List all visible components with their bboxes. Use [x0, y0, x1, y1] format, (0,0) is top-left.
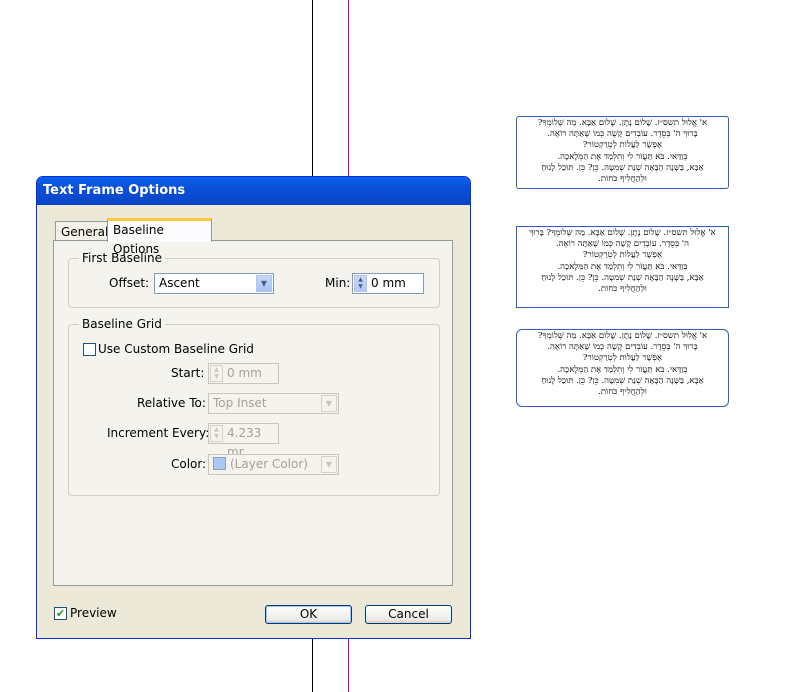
text-frame-options-dialog: Text Frame Options General Baseline Opti… — [36, 176, 471, 639]
cancel-button[interactable]: Cancel — [365, 605, 452, 624]
spin-arrows-icon[interactable]: ▲ ▼ — [210, 365, 223, 382]
min-label: Min: — [325, 276, 351, 290]
relative-to-value: Top Inset — [213, 396, 267, 410]
spin-arrows-icon[interactable]: ▲ ▼ — [210, 425, 223, 442]
tab-baseline-options[interactable]: Baseline Options — [107, 218, 212, 256]
chevron-down-icon[interactable]: ▼ — [321, 395, 337, 412]
color-swatch — [213, 457, 226, 470]
text-line: בָּרוּךְ ה' בְּסֵדֶר. עוֹבְדִים קָשֶׁה כ… — [547, 342, 698, 353]
start-value: 0 mm — [227, 366, 262, 380]
text-line: אַבָּא, בַּשָּׁנָה הַבָּאָה שְׁנַת שְׁמִ… — [541, 162, 704, 173]
min-spinner[interactable]: ▲ ▼ 0 mm — [352, 273, 424, 294]
text-line: אֶפְשָׁר לַעֲלוֹת לְטְרַקְטוֹר? — [582, 353, 663, 364]
text-line: אַבָּא, בַּשָּׁנָה הַבָּאָה שְׁנַת שְׁמִ… — [541, 375, 704, 386]
text-frame-3[interactable]: א' אֱלוּל תשס״ז. שָׁלוֹם נָתָן. שָׁלוֹם … — [516, 329, 729, 407]
tab-general[interactable]: General — [55, 221, 108, 241]
text-line: וּלְהַחֲלִיף כֹּחוֹת. — [598, 174, 647, 185]
text-line: בָּרוּךְ ה' בְּסֵדֶר. עוֹבְדִים קָשֶׁה כ… — [547, 129, 698, 140]
text-line: וּלְהַחֲלִיף כֹּחוֹת. — [598, 284, 647, 295]
baseline-grid-legend: Baseline Grid — [79, 317, 165, 331]
spin-arrows-icon[interactable]: ▲ ▼ — [354, 275, 367, 292]
text-line: א' אֱלוּל תשס״ז. שָׁלוֹם נָתָן. שָׁלוֹם … — [537, 331, 708, 341]
text-line: וּלְהַחֲלִיף כֹּחוֹת. — [598, 387, 647, 398]
text-line: א' אֱלוּל תשס״ז. שָׁלוֹם נָתָן. שָׁלוֹם … — [537, 118, 708, 128]
preview-checkbox[interactable]: ✔ — [54, 607, 67, 620]
start-spinner[interactable]: ▲ ▼ 0 mm — [208, 363, 279, 384]
preview-label[interactable]: Preview — [70, 606, 117, 620]
ok-button[interactable]: OK — [265, 605, 352, 624]
increment-label: Increment Every: — [107, 426, 210, 440]
offset-label: Offset: — [109, 276, 150, 290]
dialog-title[interactable]: Text Frame Options — [37, 177, 470, 205]
chevron-down-icon[interactable]: ▼ — [256, 275, 272, 292]
offset-dropdown[interactable]: Ascent ▼ — [154, 273, 274, 294]
text-line: בְּוַדַּאי. בֹּא תַּעֲזֹר לִי וְתִלְמַד … — [557, 151, 688, 162]
text-line: אֶפְשָׁר לַעֲלוֹת לְטְרַקְטוֹר? — [582, 140, 663, 151]
text-line: אַבָּא, בַּשָּׁנָה הַבָּאָה שְׁנַת שְׁמִ… — [541, 272, 704, 283]
baseline-options-panel: First Baseline Offset: Ascent ▼ Min: ▲▼ … — [53, 240, 453, 586]
baseline-grid-group: Baseline Grid Use Custom Baseline Grid S… — [68, 317, 440, 496]
text-line: א' אֱלוּל תשס״ז. שָׁלוֹם נָתָן. שָׁלוֹם … — [529, 228, 716, 238]
text-frame-1[interactable]: א' אֱלוּל תשס״ז. שָׁלוֹם נָתָן. שָׁלוֹם … — [516, 116, 729, 189]
text-line: בְּוַדַּאי. בֹּא תַּעֲזֹר לִי וְתִלְמַד … — [557, 364, 688, 375]
offset-value: Ascent — [159, 276, 200, 290]
relative-to-label: Relative To: — [137, 396, 206, 410]
check-icon: ✔ — [55, 607, 66, 620]
use-custom-grid-checkbox[interactable] — [83, 343, 96, 356]
text-line: אֶפְשָׁר לַעֲלוֹת לְטְרַקְטוֹר? — [582, 250, 663, 261]
color-label: Color: — [171, 457, 207, 471]
text-frame-2[interactable]: א' אֱלוּל תשס״ז. שָׁלוֹם נָתָן. שָׁלוֹם … — [516, 226, 729, 308]
color-value: (Layer Color) — [230, 457, 308, 471]
relative-to-dropdown[interactable]: Top Inset ▼ — [208, 393, 339, 414]
use-custom-grid-label[interactable]: Use Custom Baseline Grid — [98, 342, 254, 356]
text-line: בְּוַדַּאי. בֹּא תַּעֲזֹר לִי וְתִלְמַד … — [557, 261, 688, 272]
text-line: ה' בְּסֵדֶר. עוֹבְדִים קָשֶׁה כְּמוֹ שֶׁ… — [555, 239, 690, 250]
increment-spinner[interactable]: ▲ ▼ 4.233 mr — [208, 423, 279, 459]
color-dropdown[interactable]: (Layer Color) ▼ — [208, 454, 339, 475]
start-label: Start: — [171, 366, 205, 380]
chevron-down-icon[interactable]: ▼ — [321, 456, 337, 473]
first-baseline-group: First Baseline Offset: Ascent ▼ Min: ▲▼ … — [68, 251, 440, 308]
min-value: 0 mm — [371, 276, 406, 290]
